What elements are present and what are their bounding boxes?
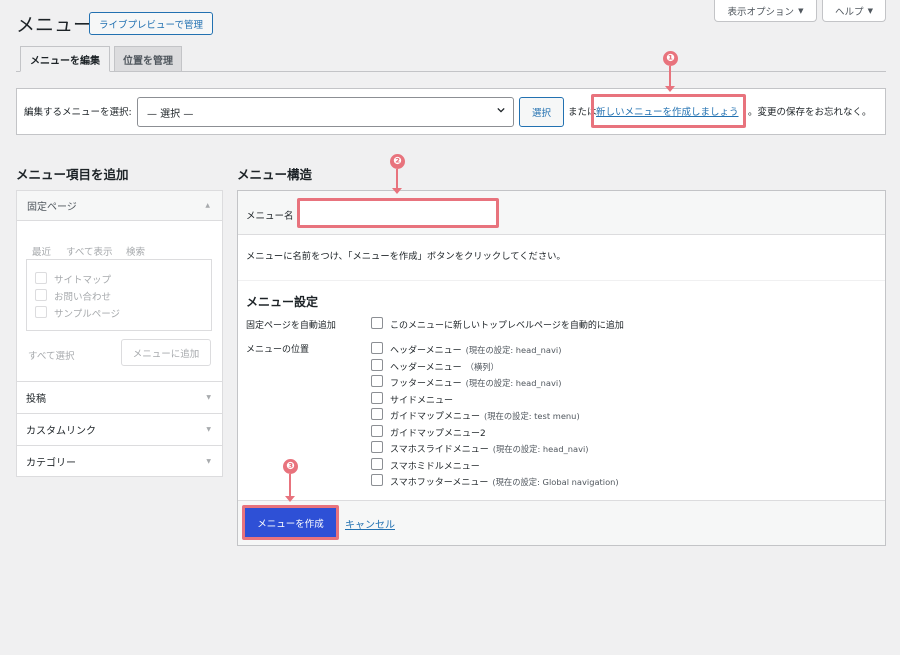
add-menu-items-heading: メニュー項目を追加	[16, 167, 129, 182]
location-label: ヘッダーメニュー （横列）	[390, 360, 499, 373]
location-checkbox[interactable]	[371, 391, 383, 404]
select-menu-label: 編集するメニューを選択:	[24, 107, 132, 118]
page-checkbox-sitemap[interactable]	[35, 272, 47, 284]
tab-edit-menus[interactable]: メニューを編集	[20, 46, 110, 72]
location-note: (現在の設定: Global navigation)	[492, 477, 619, 487]
location-checkbox[interactable]	[371, 342, 383, 354]
chevron-down-icon	[497, 107, 505, 113]
accordion-categories-label: カテゴリー	[26, 458, 76, 469]
caret-down-icon: ▼	[798, 6, 804, 15]
location-name: フッターメニュー	[390, 379, 462, 389]
annotation-arrow-2	[396, 169, 398, 189]
accordion-posts-label: 投稿	[26, 394, 46, 405]
annotation-arrow-3	[289, 474, 291, 496]
menu-select-value: — 選択 —	[147, 108, 194, 120]
auto-add-label: 固定ページを自動追加	[246, 321, 336, 331]
accordion-categories[interactable]: カテゴリー ▼	[16, 445, 223, 477]
help-button[interactable]: ヘルプ ▼	[822, 0, 886, 22]
accordion-pages-label: 固定ページ	[27, 202, 77, 213]
help-label: ヘルプ	[835, 6, 864, 18]
annotation-arrowhead-3	[285, 496, 295, 502]
chevron-down-icon: ▼	[206, 458, 211, 465]
screen-options-label: 表示オプション	[727, 6, 795, 18]
location-note: (現在の設定: head_navi)	[465, 345, 562, 355]
location-name: スマホスライドメニュー	[390, 445, 489, 455]
location-note: （横列）	[465, 361, 499, 372]
menu-structure-panel	[237, 190, 886, 546]
location-checkbox[interactable]	[371, 358, 383, 371]
save-reminder-text: 。変更の保存をお忘れなく。	[748, 107, 872, 118]
chevron-down-icon: ▼	[206, 394, 211, 401]
page-label-contact: お問い合わせ	[54, 292, 112, 303]
location-checkbox[interactable]	[371, 424, 383, 437]
location-label: フッターメニュー (現在の設定: head_navi)	[390, 376, 561, 389]
annotation-marker-1: ❶	[663, 51, 678, 66]
auto-add-option-label: このメニューに新しいトップレベルページを自動的に追加	[390, 321, 624, 331]
accordion-pages-header[interactable]: 固定ページ ▲	[17, 191, 222, 221]
page-checkbox-contact[interactable]	[35, 289, 47, 301]
menu-select-dropdown[interactable]: — 選択 —	[137, 97, 514, 127]
screen-options-button[interactable]: 表示オプション ▼	[714, 0, 817, 22]
page-label-sample: サンプルページ	[54, 309, 121, 320]
accordion-custom-links[interactable]: カスタムリンク ▼	[16, 413, 223, 445]
accordion-posts[interactable]: 投稿 ▼	[16, 381, 223, 413]
location-note: (現在の設定: test menu)	[484, 411, 580, 421]
subtab-recent[interactable]: 最近	[32, 244, 51, 258]
annotation-arrow-1	[669, 66, 671, 87]
page-label-sitemap: サイトマップ	[54, 275, 112, 286]
create-menu-button[interactable]: メニューを作成	[242, 505, 339, 540]
location-checkbox[interactable]	[371, 457, 383, 470]
location-name: ヘッダーメニュー	[390, 346, 462, 356]
live-preview-button[interactable]: ライブプレビューで管理	[89, 12, 213, 35]
annotation-marker-3: ❸	[283, 459, 298, 474]
location-label: サイドメニュー	[390, 393, 453, 406]
location-name: サイドメニュー	[390, 395, 454, 406]
annotation-marker-2: ❷	[390, 154, 405, 169]
location-checkbox[interactable]	[371, 375, 383, 387]
page-checkbox-sample[interactable]	[35, 306, 47, 318]
annotation-arrowhead-2	[392, 188, 402, 194]
menu-structure-heading: メニュー構造	[237, 167, 313, 182]
menu-settings-heading: メニュー設定	[246, 295, 319, 309]
location-checkbox[interactable]	[371, 441, 383, 453]
location-name: ガイドマップメニュー	[390, 412, 481, 422]
select-all-link[interactable]: すべて選択	[28, 348, 74, 362]
location-label: スマホフッターメニュー (現在の設定: Global navigation)	[390, 475, 619, 488]
location-name: スマホミドルメニュー	[390, 461, 480, 472]
annotation-arrowhead-1	[665, 86, 675, 92]
add-to-menu-button[interactable]: メニューに追加	[121, 339, 211, 366]
tab-manage-locations[interactable]: 位置を管理	[114, 46, 182, 72]
location-label: ガイドマップメニュー2	[390, 426, 486, 439]
location-label: ガイドマップメニュー (現在の設定: test menu)	[390, 409, 580, 422]
cancel-link[interactable]: キャンセル	[345, 516, 395, 531]
caret-down-icon: ▼	[867, 6, 873, 15]
location-name: ガイドマップメニュー2	[390, 428, 486, 439]
menu-locations-label: メニューの位置	[246, 345, 310, 355]
location-checkbox[interactable]	[371, 474, 383, 486]
divider	[238, 280, 885, 281]
subtab-view-all[interactable]: すべて表示	[66, 244, 112, 258]
location-note: (現在の設定: head_navi)	[492, 444, 589, 454]
location-label: スマホミドルメニュー	[390, 459, 480, 472]
auto-add-checkbox[interactable]	[371, 317, 383, 329]
location-note: (現在の設定: head_navi)	[465, 378, 562, 388]
accordion-custom-links-label: カスタムリンク	[26, 426, 96, 437]
location-label: ヘッダーメニュー (現在の設定: head_navi)	[390, 343, 561, 356]
page-title: メニュー	[16, 14, 93, 36]
chevron-up-icon: ▲	[205, 202, 210, 209]
location-name: スマホフッターメニュー	[390, 478, 489, 488]
highlight-box-new-menu	[591, 94, 746, 128]
location-name: ヘッダーメニュー	[390, 362, 462, 373]
menu-name-input[interactable]	[297, 198, 499, 228]
select-button[interactable]: 選択	[519, 97, 564, 127]
location-checkbox[interactable]	[371, 408, 383, 420]
location-label: スマホスライドメニュー (現在の設定: head_navi)	[390, 442, 589, 455]
menu-name-label: メニュー名	[246, 211, 294, 222]
instruction-text: メニューに名前をつけ、「メニューを作成」ボタンをクリックしてください。	[246, 251, 566, 262]
chevron-down-icon: ▼	[206, 426, 211, 433]
subtab-search[interactable]: 検索	[126, 244, 145, 258]
